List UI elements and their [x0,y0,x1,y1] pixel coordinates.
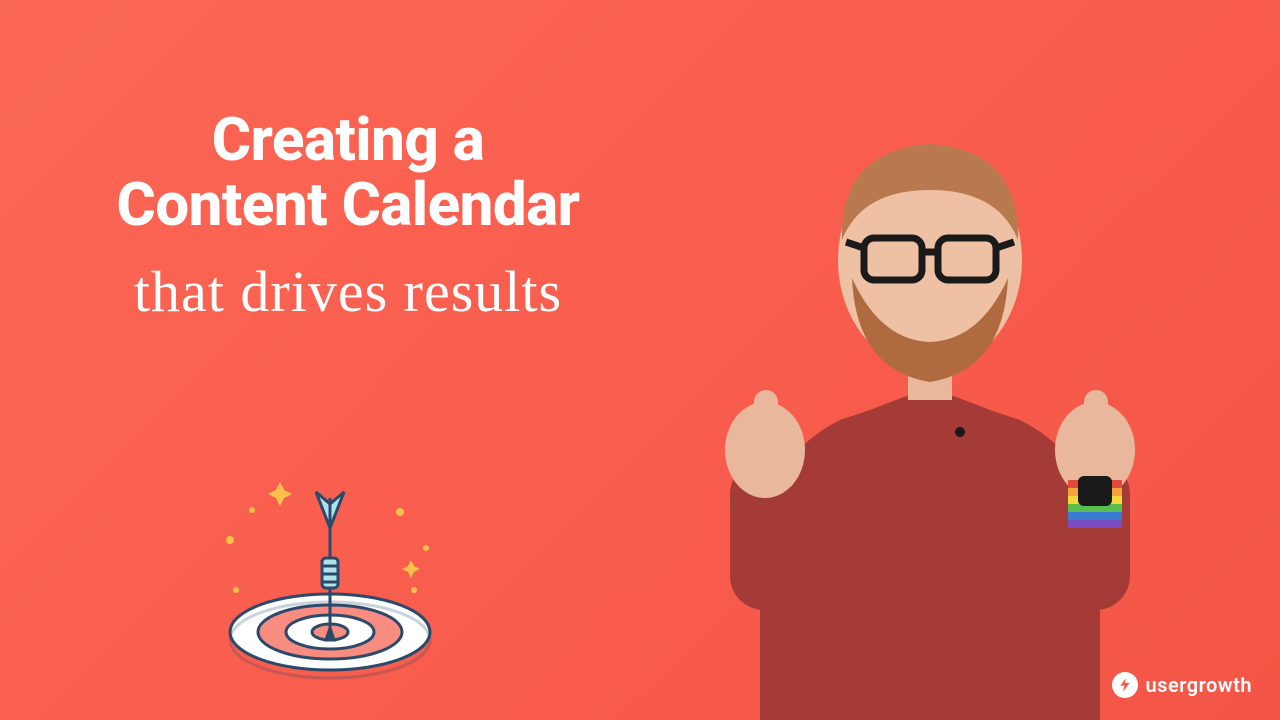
headline-line-2: Content Calendar [48,173,648,238]
bolt-icon [1112,672,1138,698]
thumbnail-stage: Creating a Content Calendar that drives … [0,0,1280,720]
target-dart-icon [200,470,460,690]
brand-mark: usergrowth [1112,672,1252,698]
headline-sub: that drives results [48,260,648,324]
headline-block: Creating a Content Calendar that drives … [48,108,648,323]
presenter-figure [620,40,1240,720]
brand-text: usergrowth [1146,673,1252,697]
headline-line-1: Creating a [48,108,648,173]
